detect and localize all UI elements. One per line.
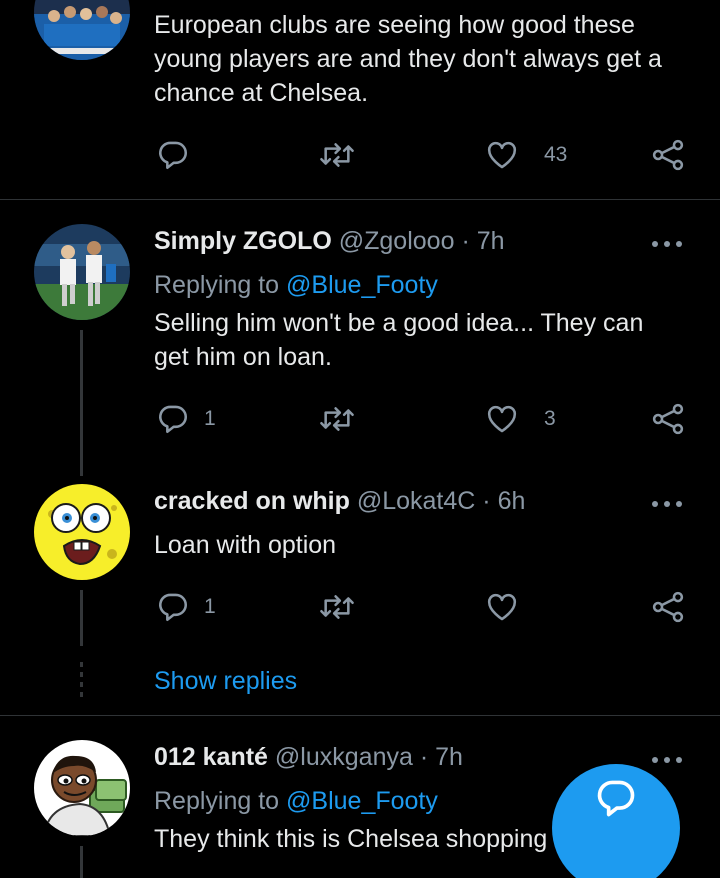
reply-button[interactable] xyxy=(156,138,204,172)
reply-icon xyxy=(159,405,188,434)
thread-line xyxy=(80,330,83,476)
timeline: European clubs are seeing how good these… xyxy=(0,0,720,878)
more-icon[interactable] xyxy=(650,753,684,767)
display-name[interactable]: Simply ZGOLO xyxy=(154,227,332,255)
reply-count: 1 xyxy=(204,595,216,618)
user-handle[interactable]: @Lokat4C xyxy=(357,487,476,515)
user-handle[interactable]: @luxkganya xyxy=(275,743,413,771)
reply-icon xyxy=(159,141,188,170)
mention-link[interactable]: @Blue_Footy xyxy=(286,787,438,815)
timestamp: · 7h xyxy=(461,227,505,255)
user-handle[interactable]: @Zgolooo xyxy=(339,227,455,255)
compose-reply-icon xyxy=(597,780,635,817)
retweet-icon xyxy=(320,407,354,431)
divider xyxy=(0,199,720,200)
heart-icon xyxy=(487,141,517,169)
timestamp: · 7h xyxy=(419,743,463,771)
replying-prefix: Replying to xyxy=(154,787,280,815)
share-button[interactable] xyxy=(650,590,686,624)
reply-icon xyxy=(159,593,188,622)
more-icon[interactable] xyxy=(650,237,684,251)
more-icon[interactable] xyxy=(650,497,684,511)
like-count: 3 xyxy=(544,407,556,430)
avatar[interactable] xyxy=(34,0,130,60)
tweet-header: Simply ZGOLO @Zgolooo · 7h xyxy=(154,226,505,256)
timestamp: · 6h xyxy=(482,487,526,515)
retweet-button[interactable] xyxy=(318,402,356,436)
share-icon xyxy=(652,591,684,623)
heart-icon xyxy=(487,593,517,621)
retweet-button[interactable] xyxy=(318,590,356,624)
tweet-header: cracked on whip @Lokat4C · 6h xyxy=(154,486,525,516)
reply-count: 1 xyxy=(204,407,216,430)
replying-prefix: Replying to xyxy=(154,271,280,299)
tweet-text: European clubs are seeing how good these… xyxy=(154,11,662,107)
like-button[interactable]: 43 xyxy=(484,138,567,172)
retweet-button[interactable] xyxy=(318,138,356,172)
share-button[interactable] xyxy=(650,138,686,172)
reply-button[interactable]: 1 xyxy=(156,590,216,624)
avatar[interactable] xyxy=(34,484,130,580)
like-count: 43 xyxy=(544,143,568,166)
share-button[interactable] xyxy=(650,402,686,436)
tweet-header: 012 kanté @luxkganya · 7h xyxy=(154,742,463,772)
thread-line xyxy=(80,590,83,646)
show-replies-link[interactable]: Show replies xyxy=(154,666,297,696)
avatar[interactable] xyxy=(34,740,130,836)
tweet-text: Loan with option xyxy=(154,531,337,559)
avatar[interactable] xyxy=(34,224,130,320)
thread-line xyxy=(80,846,83,878)
mention-link[interactable]: @Blue_Footy xyxy=(286,271,438,299)
replying-to: Replying to @Blue_Footy xyxy=(154,270,438,300)
share-icon xyxy=(652,139,684,171)
like-button[interactable]: 3 xyxy=(484,402,556,436)
like-button[interactable] xyxy=(484,590,544,624)
reply-button[interactable]: 1 xyxy=(156,402,216,436)
display-name[interactable]: 012 kanté xyxy=(154,743,268,771)
heart-icon xyxy=(487,405,517,433)
display-name[interactable]: cracked on whip xyxy=(154,487,350,515)
compose-reply-button[interactable] xyxy=(552,764,680,878)
divider xyxy=(0,715,720,716)
retweet-icon xyxy=(320,143,354,167)
retweet-icon xyxy=(320,595,354,619)
share-icon xyxy=(652,403,684,435)
tweet-text: Selling him won't be a good idea... They… xyxy=(154,309,644,371)
thread-dotted-line xyxy=(80,662,83,698)
replying-to: Replying to @Blue_Footy xyxy=(154,786,438,816)
